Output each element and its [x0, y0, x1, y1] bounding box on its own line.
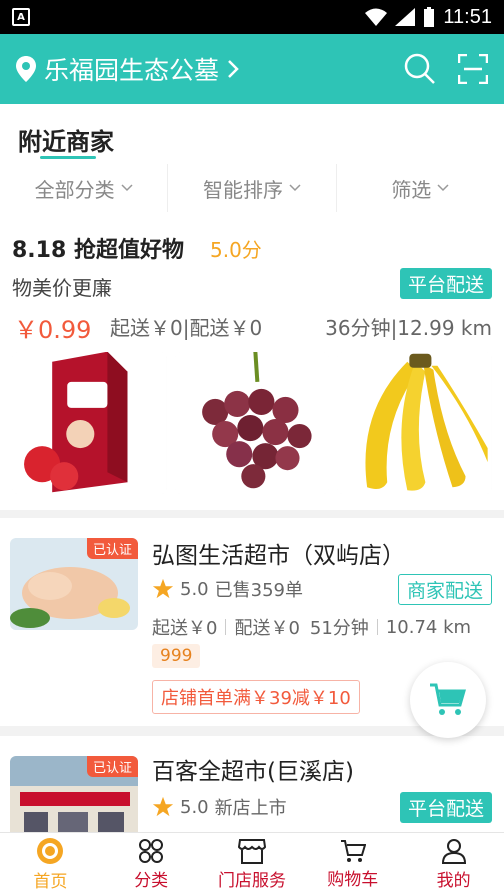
cart-icon	[340, 840, 366, 862]
filter-category[interactable]: 全部分类	[0, 164, 169, 212]
store-distance: 10.74 km	[385, 616, 472, 638]
star-icon	[152, 578, 174, 599]
milk-drink-image	[12, 352, 167, 494]
tab-label: 我的	[436, 871, 471, 891]
store-name: 弘图生活超市（双屿店）	[152, 543, 405, 569]
store-thumbnail: 已认证	[10, 538, 138, 630]
store-rating: 5.0	[180, 796, 209, 818]
top-header: 乐福园生态公墓	[0, 34, 504, 104]
store-tag: 999	[152, 644, 201, 668]
tab-home[interactable]: 首页	[0, 833, 101, 896]
location-selector[interactable]: 乐福园生态公墓	[16, 51, 239, 87]
tab-label: 首页	[33, 872, 68, 892]
status-time: 11:51	[443, 5, 492, 28]
min-order: 起送￥0	[152, 618, 218, 639]
scan-icon[interactable]	[458, 54, 488, 84]
tab-mine[interactable]: 我的	[403, 833, 504, 896]
title-underline	[40, 156, 96, 159]
location-name: 乐福园生态公墓	[44, 56, 220, 85]
promo-price: ￥0.99	[14, 316, 92, 344]
delivery-fee: 配送￥0	[234, 618, 300, 639]
signal-icon	[395, 8, 416, 26]
store-metrics: 起送￥0 配送￥0 51分钟 10.74 km	[152, 614, 492, 640]
certified-badge: 已认证	[86, 756, 138, 777]
filter-bar: 全部分类 智能排序 筛选	[0, 164, 504, 212]
floating-cart-button[interactable]	[410, 662, 486, 738]
filter-label: 筛选	[391, 177, 432, 202]
cart-icon	[430, 683, 466, 715]
distance-info: 36分钟|12.99 km	[325, 316, 492, 340]
store-rating: 5.0	[180, 578, 209, 600]
store-sales: 已售359单	[214, 580, 303, 601]
delivery-badge: 平台配送	[399, 792, 492, 823]
delivery-time: 51分钟	[309, 618, 369, 639]
chevron-down-icon	[437, 184, 449, 192]
promo-tag: 店铺首单满￥39减￥10	[152, 680, 360, 714]
store-card[interactable]: 已认证 百客全超市(巨溪店) 5.0 新店上市 平台配送	[0, 736, 504, 832]
filter-label: 智能排序	[202, 177, 283, 202]
tab-store-service[interactable]: 门店服务	[202, 833, 303, 896]
status-bar: A 11:51	[0, 0, 504, 34]
battery-icon	[424, 7, 435, 27]
grapes-image	[174, 352, 330, 494]
tab-cart[interactable]: 购物车	[302, 833, 403, 896]
store-score: 5.0分	[210, 238, 262, 262]
store-name: 百客全超市(巨溪店)	[152, 759, 354, 785]
divider	[225, 619, 227, 635]
wifi-icon	[365, 8, 388, 26]
delivery-info: 起送￥0|配送￥0	[110, 316, 263, 340]
tab-label: 门店服务	[217, 871, 286, 891]
chevron-down-icon	[289, 184, 301, 192]
store-card-promo[interactable]: 8.18 抢超值好物 5.0分 物美价更廉 平台配送 ￥0.99 起送￥0|配送…	[0, 212, 504, 510]
rating-row: 5.0 新店上市	[152, 794, 287, 820]
chevron-right-icon	[228, 60, 239, 78]
location-pin-icon	[16, 56, 36, 82]
product-grapes[interactable]	[174, 352, 330, 494]
bottom-tab-bar: 首页 分类 门店服务 购物车 我的	[0, 832, 504, 896]
tab-label: 购物车	[327, 870, 379, 890]
product-milk-drink[interactable]	[12, 352, 167, 494]
filter-screen[interactable]: 筛选	[337, 164, 504, 212]
rating-row: 5.0 已售359单	[152, 576, 303, 602]
product-strip	[12, 352, 493, 494]
store-slogan: 物美价更廉	[12, 276, 112, 300]
star-icon	[152, 796, 174, 817]
user-icon	[441, 839, 466, 864]
store-name: 8.18 抢超值好物	[12, 238, 184, 263]
divider	[376, 619, 378, 635]
section-title: 附近商家	[18, 128, 114, 156]
filter-sort[interactable]: 智能排序	[168, 164, 337, 212]
delivery-badge: 商家配送	[397, 574, 492, 605]
store-sales: 新店上市	[214, 798, 287, 819]
delivery-badge: 平台配送	[399, 268, 492, 299]
tab-category[interactable]: 分类	[101, 833, 202, 896]
grid-icon	[139, 839, 164, 863]
store-icon	[237, 839, 266, 864]
tab-label: 分类	[134, 871, 169, 891]
filter-label: 全部分类	[34, 177, 115, 202]
product-bananas[interactable]	[337, 352, 493, 494]
app-notification-icon: A	[12, 8, 30, 26]
chevron-down-icon	[121, 184, 133, 192]
nearby-section: 附近商家 全部分类 智能排序 筛选	[0, 104, 504, 212]
home-logo-icon	[37, 838, 64, 864]
search-icon[interactable]	[404, 53, 436, 85]
bananas-image	[337, 352, 493, 494]
store-thumbnail: 已认证	[10, 756, 138, 832]
certified-badge: 已认证	[86, 538, 138, 559]
